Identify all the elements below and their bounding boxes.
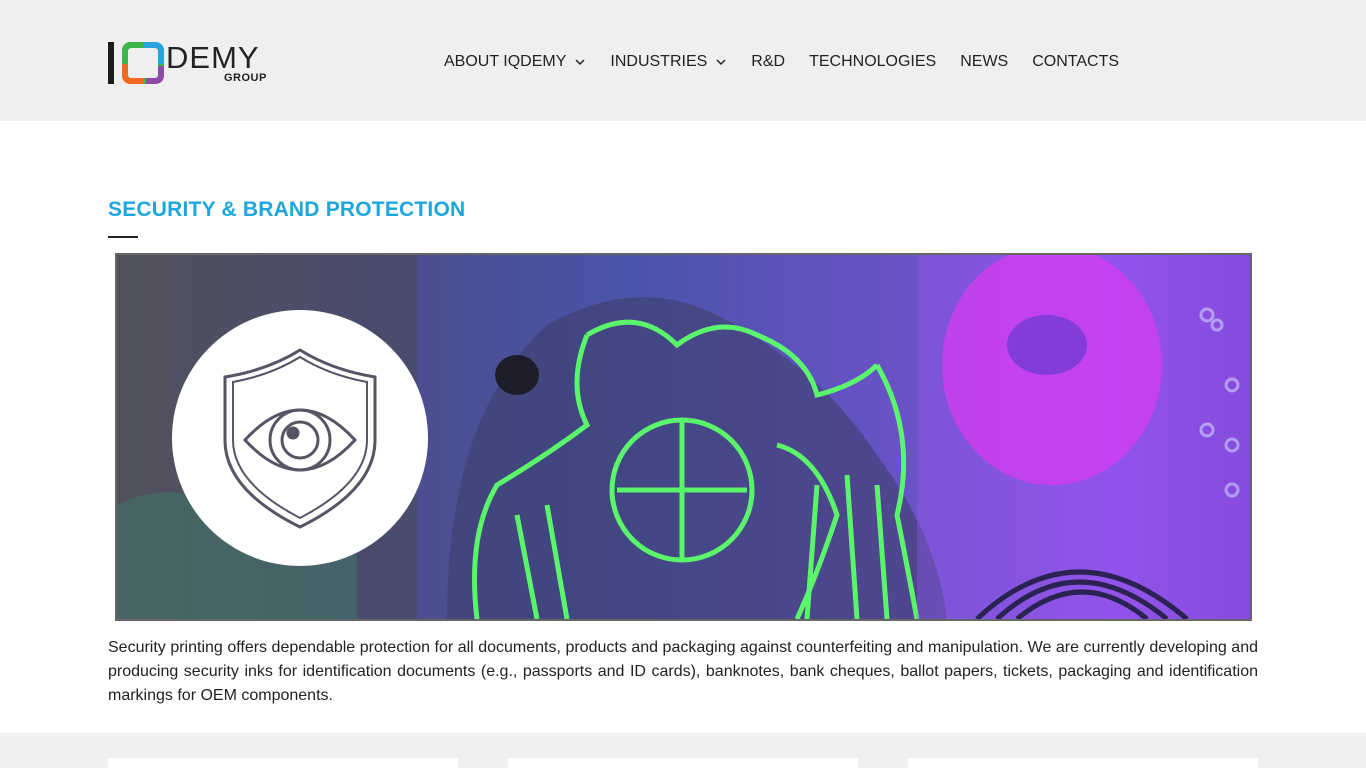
nav-item-contacts[interactable]: CONTACTS: [1032, 53, 1119, 71]
chevron-down-icon: [716, 59, 726, 66]
banner-artwork: [117, 255, 1250, 619]
nav-item-label: CONTACTS: [1032, 53, 1120, 70]
nav-item-about[interactable]: ABOUT IQDEMY: [444, 53, 586, 71]
chevron-down-icon: [575, 59, 585, 66]
title-underline: [108, 236, 138, 238]
nav-item-label: INDUSTRIES: [610, 53, 708, 70]
nav-item-rnd[interactable]: R&D: [751, 53, 785, 71]
nav-item-label: NEWS: [960, 53, 1009, 70]
nav-item-label: ABOUT IQDEMY: [444, 53, 567, 70]
main-nav: ABOUT IQDEMY INDUSTRIES R&D TECHNOLOGIES…: [444, 50, 1119, 74]
nav-item-label: TECHNOLOGIES: [809, 53, 937, 70]
logo-subtitle: GROUP: [224, 72, 267, 84]
card[interactable]: [908, 758, 1258, 768]
security-banner-image: [115, 253, 1252, 621]
nav-item-news[interactable]: NEWS: [960, 53, 1008, 71]
nav-item-label: R&D: [751, 53, 786, 70]
nav-item-technologies[interactable]: TECHNOLOGIES: [809, 53, 936, 71]
iqdemy-logo[interactable]: DEMY GROUP: [108, 41, 278, 87]
nav-item-industries[interactable]: INDUSTRIES: [610, 53, 727, 71]
section-description: Security printing offers dependable prot…: [108, 639, 1258, 704]
site-header: DEMY GROUP ABOUT IQDEMY INDUSTRIES R&D T…: [0, 0, 1366, 121]
card[interactable]: [108, 758, 458, 768]
logo-q-mark: [122, 42, 164, 84]
page-title: SECURITY & BRAND PROTECTION: [108, 198, 466, 221]
logo-wordmark: DEMY: [166, 40, 260, 75]
logo-i-bar: [108, 42, 114, 84]
card[interactable]: [508, 758, 858, 768]
